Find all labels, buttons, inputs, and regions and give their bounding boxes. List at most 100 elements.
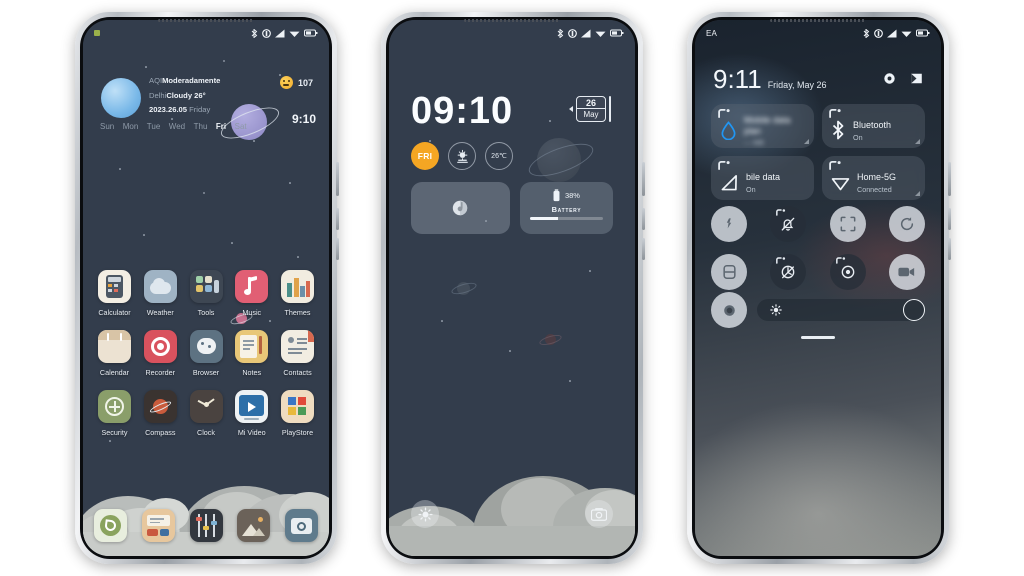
- phone-notification-shade: EA 9:11 Friday, May 26 Mobile data plan …: [687, 12, 951, 564]
- power-button[interactable]: [642, 238, 645, 260]
- data-saver-toggle[interactable]: [770, 254, 807, 290]
- status-bar: EA: [695, 20, 941, 46]
- app-clock[interactable]: Clock: [186, 390, 227, 437]
- camera-shortcut[interactable]: [585, 500, 613, 528]
- browser-icon: [189, 330, 223, 363]
- scan-qr-toggle[interactable]: [829, 206, 866, 242]
- toggle-nub-icon: [776, 257, 786, 264]
- app-browser[interactable]: Browser: [186, 330, 227, 377]
- battery-icon: [610, 29, 624, 37]
- flashlight-shortcut[interactable]: [411, 500, 439, 528]
- settings-icon[interactable]: [189, 509, 223, 542]
- app-mi-video[interactable]: Mi Video: [231, 390, 272, 437]
- battery-vertical-icon: [553, 189, 560, 202]
- contacts-icon: [281, 330, 314, 363]
- quick-setting-tiles: Mobile data plan — MB Bluetooth On bile …: [711, 104, 925, 200]
- tile-mobile-data[interactable]: bile data On: [711, 156, 814, 200]
- carrier-label: EA: [706, 28, 718, 38]
- brightness-row: [711, 292, 925, 328]
- volume-up-button[interactable]: [948, 162, 951, 196]
- volume-down-button[interactable]: [948, 208, 951, 230]
- night-light-button[interactable]: [711, 292, 747, 328]
- weather-chip[interactable]: [448, 142, 476, 170]
- calculator-icon: [98, 270, 131, 303]
- weekday-chip[interactable]: FRI: [411, 142, 439, 170]
- calendar-bar-decoration: [609, 96, 611, 122]
- app-label: Weather: [146, 308, 174, 317]
- gallery-icon[interactable]: [237, 509, 271, 542]
- battery-saver-icon: [722, 265, 736, 279]
- app-row-1: Calculator Weather Tools Music Themes: [94, 270, 318, 317]
- do-not-disturb-icon: [262, 28, 271, 38]
- app-security[interactable]: Security: [94, 390, 135, 437]
- app-contacts[interactable]: Contacts: [277, 330, 318, 377]
- app-label: Contacts: [283, 368, 312, 377]
- tile-title: Mobile data plan: [744, 114, 791, 136]
- app-weather[interactable]: Weather: [140, 270, 181, 317]
- camera-icon[interactable]: [285, 509, 318, 542]
- neutral-face-emoji: [279, 76, 293, 89]
- mi-video-icon: [235, 390, 269, 423]
- power-button[interactable]: [336, 238, 339, 260]
- brightness-slider-knob[interactable]: [903, 299, 925, 321]
- phone-lock-screen: 09:10 26 May FRI 26℃ 38% Battery: [381, 12, 645, 564]
- app-label: Calculator: [98, 308, 131, 317]
- shade-header-actions: [883, 72, 923, 85]
- rotate-icon: [900, 217, 914, 231]
- tile-expand-corner-icon: [804, 139, 809, 144]
- toggle-row-1: [711, 206, 925, 242]
- shade-time: 9:11: [713, 64, 762, 94]
- screen-record-toggle[interactable]: [888, 254, 925, 290]
- flashlight-icon: [417, 506, 433, 522]
- messages-icon[interactable]: [141, 509, 175, 542]
- wifi-icon: [831, 177, 850, 190]
- volume-up-button[interactable]: [642, 162, 645, 196]
- power-button[interactable]: [948, 238, 951, 260]
- phone-icon[interactable]: [94, 509, 127, 542]
- app-notes[interactable]: Notes: [231, 330, 272, 377]
- calendar-widget[interactable]: 26 May: [569, 96, 611, 122]
- widget-time: 9:10: [291, 112, 316, 126]
- brightness-slider[interactable]: [757, 299, 925, 321]
- app-row-2: Calendar Recorder Browser Notes Contacts: [94, 330, 318, 377]
- partly-cloudy-sun-icon: [456, 149, 468, 163]
- app-tools[interactable]: Tools: [186, 270, 227, 317]
- location-icon: [841, 265, 855, 279]
- day-sat: Sat: [234, 121, 247, 131]
- app-compass[interactable]: Compass: [140, 390, 181, 437]
- weather-icon: [143, 270, 177, 303]
- mute-toggle[interactable]: [770, 206, 807, 242]
- edit-tiles-icon[interactable]: [910, 72, 923, 85]
- app-calculator[interactable]: Calculator: [94, 270, 135, 317]
- app-label: Browser: [192, 368, 220, 377]
- music-play-icon: [453, 200, 468, 216]
- app-grid: Calculator Weather Tools Music Themes Ca…: [83, 270, 329, 450]
- auto-rotate-toggle[interactable]: [888, 206, 925, 242]
- phone-home-screen: AQIModeradamente DelhiCloudy 26° 2023.26…: [75, 12, 339, 564]
- app-calendar[interactable]: Calendar: [94, 330, 135, 377]
- settings-gear-icon[interactable]: [883, 72, 896, 85]
- flashlight-toggle[interactable]: [711, 206, 747, 242]
- tile-bluetooth[interactable]: Bluetooth On: [822, 104, 925, 148]
- app-music[interactable]: Music: [231, 270, 272, 317]
- temperature-chip[interactable]: 26℃: [485, 142, 513, 170]
- earpiece-speaker: [770, 19, 866, 22]
- tile-subtitle: — MB: [744, 138, 764, 148]
- music-widget[interactable]: [411, 182, 510, 234]
- battery-widget[interactable]: 38% Battery: [519, 182, 613, 234]
- volume-up-button[interactable]: [336, 162, 339, 196]
- camera-icon: [591, 508, 607, 521]
- shade-drag-handle[interactable]: [801, 336, 835, 339]
- location-toggle[interactable]: [829, 254, 866, 290]
- battery-saver-toggle[interactable]: [711, 254, 747, 290]
- tile-mobile-data-plan[interactable]: Mobile data plan — MB: [711, 104, 814, 148]
- tile-corner-nub-icon: [718, 109, 730, 118]
- app-recorder[interactable]: Recorder: [140, 330, 181, 377]
- volume-down-button[interactable]: [642, 208, 645, 230]
- scan-frame-icon: [840, 216, 856, 232]
- tile-wifi[interactable]: Home-5G Connected: [822, 156, 925, 200]
- shade-date: Friday, May 26: [767, 80, 827, 90]
- app-themes[interactable]: Themes: [277, 270, 318, 317]
- app-playstore[interactable]: PlayStore: [277, 390, 318, 437]
- volume-down-button[interactable]: [336, 208, 339, 230]
